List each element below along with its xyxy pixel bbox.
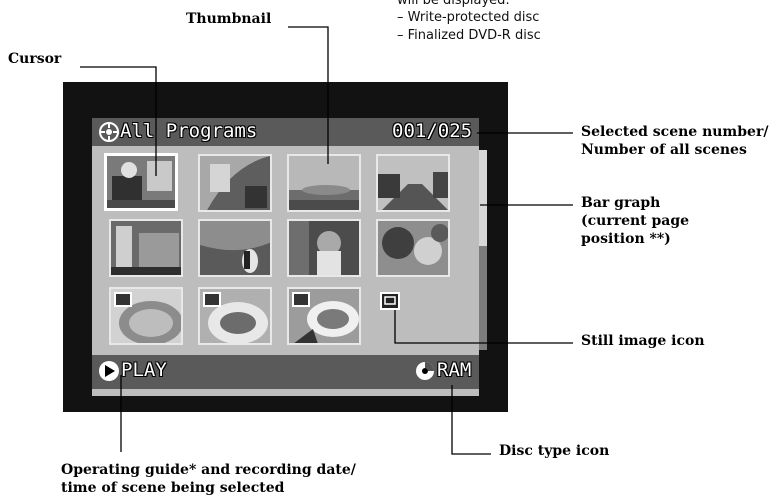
leader-lines (80, 26, 573, 455)
